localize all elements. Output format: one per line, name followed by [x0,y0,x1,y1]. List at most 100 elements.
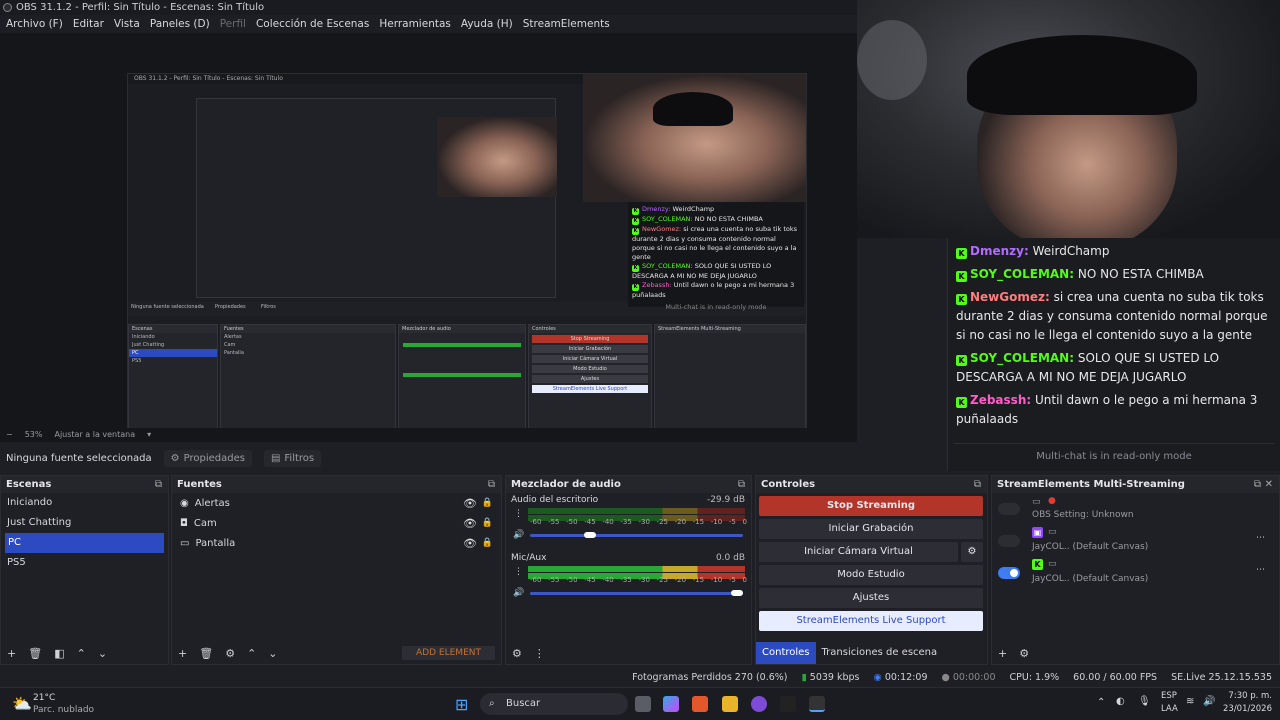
tab-controls[interactable]: Controles [756,642,816,664]
menu-coleccion[interactable]: Colección de Escenas [256,18,369,30]
close-icon[interactable]: ✕ [1265,476,1273,493]
move-down-icon[interactable]: ⌄ [268,647,277,660]
start-recording-button[interactable]: Iniciar Grabación [759,519,983,539]
tray-chevron-icon[interactable]: ⌃ [1097,697,1105,708]
copilot-icon[interactable] [663,696,679,712]
scene-item[interactable]: Iniciando [1,493,168,513]
undock-icon[interactable]: ⧉ [738,476,745,493]
zoom-fit[interactable]: Ajustar a la ventana [54,428,135,442]
source-item[interactable]: ▭ Pantalla 👁 🔒 [172,533,501,553]
lock-icon[interactable]: 🔒 [482,538,493,548]
studio-mode-button[interactable]: Modo Estudio [759,565,983,585]
add-icon[interactable]: + [178,647,187,660]
filters-button[interactable]: ▤ Filtros [263,449,322,467]
source-item[interactable]: ◘ Cam 👁 🔒 [172,513,501,533]
wifi-icon[interactable]: ≋ [1186,696,1194,707]
preview-canvas[interactable]: OBS 31.1.2 - Perfil: Sin Título - Escena… [0,33,857,428]
settings-button[interactable]: Ajustes [759,588,983,608]
gear-icon[interactable]: ⚙ [961,542,983,562]
toggle[interactable] [998,503,1020,515]
mic-icon[interactable]: 🎙 [1138,696,1151,707]
lock-icon[interactable]: 🔒 [482,498,493,508]
menu-archivo[interactable]: Archivo (F) [6,18,63,30]
add-icon[interactable]: + [998,647,1007,660]
folder-icon[interactable] [722,696,738,712]
alert-icon: ◉ [180,497,189,509]
audio-app-icon[interactable] [780,696,796,712]
obs-taskbar-icon[interactable] [809,696,825,712]
zoom-out-icon[interactable]: − [6,428,13,442]
toggle[interactable] [998,567,1020,579]
volume-slider[interactable] [530,532,743,538]
eye-icon[interactable]: 👁 [463,517,477,530]
volume-slider[interactable] [530,590,743,596]
add-icon[interactable]: + [7,647,16,660]
properties-button[interactable]: ⚙ Propiedades [163,449,252,467]
scene-item-selected[interactable]: PC [5,533,164,553]
nested-mixer: Mezclador de audio [398,324,526,428]
tray-app-icon[interactable]: ◐ [1116,696,1125,707]
fps: 60.00 / 60.00 FPS [1073,672,1158,683]
more-icon[interactable]: ⋯ [1256,565,1265,575]
move-up-icon[interactable]: ⌃ [247,647,256,660]
se-multistream-dock: StreamElements Multi-Streaming ⧉ ✕ ▭ ● OBS… [991,475,1280,665]
speaker-icon[interactable]: 🔊 [513,530,524,540]
weather-icon[interactable]: ⛅ [12,694,32,713]
app-icon[interactable] [751,696,767,712]
monitor-icon: ▭ [180,537,190,549]
move-down-icon[interactable]: ⌄ [98,647,107,660]
scene-item[interactable]: Just Chatting [1,513,168,533]
taskbar-search[interactable]: ⌕ Buscar [480,693,628,715]
undock-icon[interactable]: ⧉ [1254,476,1261,493]
menu-ayuda[interactable]: Ayuda (H) [461,18,513,30]
trash-icon[interactable]: 🗑 [28,647,42,660]
camera-icon: ◘ [180,517,188,529]
gear-icon[interactable]: ⚙ [1019,647,1029,660]
clock-time[interactable]: 7:30 p. m. [1228,691,1272,701]
scene-item[interactable]: PS5 [1,553,168,573]
stop-streaming-button[interactable]: Stop Streaming [759,496,983,516]
kebab-icon[interactable]: ⋮ [514,509,523,519]
menu-perfil[interactable]: Perfil [220,18,246,30]
lock-icon[interactable]: 🔒 [482,518,493,528]
filter-icon[interactable]: ◧ [54,647,64,660]
live-support-button[interactable]: StreamElements Live Support [759,611,983,631]
tab-transitions[interactable]: Transiciones de escena [816,642,944,664]
menu-streamelements[interactable]: StreamElements [523,18,610,30]
clock-date: 23/01/2026 [1223,704,1272,714]
trash-icon[interactable]: 🗑 [199,647,213,660]
speaker-icon[interactable]: 🔊 [513,588,524,598]
add-element-button[interactable]: ADD ELEMENT [402,646,495,660]
kebab-icon[interactable]: ⋮ [534,647,545,660]
gear-icon[interactable]: ⚙ [225,647,235,660]
menu-vista[interactable]: Vista [114,18,140,30]
undock-icon[interactable]: ⧉ [488,476,495,493]
undock-icon[interactable]: ⧉ [155,476,162,493]
slider-knob[interactable] [731,590,743,596]
menu-paneles[interactable]: Paneles (D) [150,18,210,30]
chat-message: K NewGomez: si crea una cuenta no suba ti… [956,290,1268,342]
menu-herramientas[interactable]: Herramientas [379,18,451,30]
toggle[interactable] [998,535,1020,547]
lang-indicator[interactable]: ESP [1161,691,1177,701]
nested-sources: Fuentes Alertas Cam Pantalla [220,324,396,428]
chevron-down-icon[interactable]: ▾ [147,428,151,442]
start-icon[interactable]: ⊞ [455,695,468,714]
move-up-icon[interactable]: ⌃ [77,647,86,660]
monitor-icon: ▭ [1048,527,1057,537]
eye-icon[interactable]: 👁 [463,537,477,550]
task-view-icon[interactable] [635,696,651,712]
menu-editar[interactable]: Editar [73,18,104,30]
volume-icon[interactable]: 🔊 [1203,696,1215,707]
brave-icon[interactable] [692,696,708,712]
undock-icon[interactable]: ⧉ [974,476,981,493]
more-icon[interactable]: ⋯ [1256,533,1265,543]
source-item[interactable]: ◉ Alertas 👁 🔒 [172,493,501,513]
kebab-icon[interactable]: ⋮ [514,567,523,577]
controls-dock: Controles ⧉ Stop Streaming Iniciar Grabac… [755,475,988,665]
virtual-camera-button[interactable]: Iniciar Cámara Virtual [759,542,958,562]
mixer-title: Mezclador de audio [511,479,621,490]
slider-knob[interactable] [583,532,596,538]
advanced-audio-icon[interactable]: ⚙ [512,647,522,660]
eye-icon[interactable]: 👁 [463,497,477,510]
